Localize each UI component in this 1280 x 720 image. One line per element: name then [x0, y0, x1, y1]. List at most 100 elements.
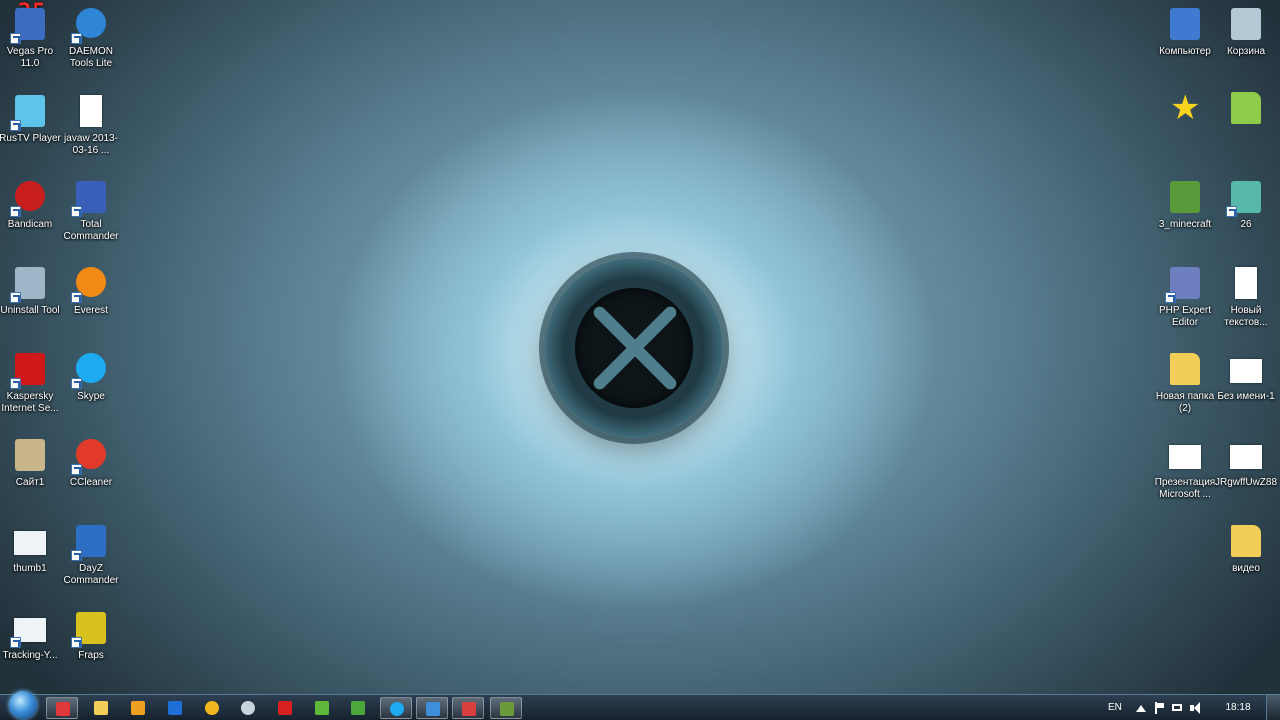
taskbar-item[interactable] [342, 697, 374, 719]
desktop-icon[interactable]: 3_minecraft [1152, 179, 1218, 231]
desktop-icon-label: 26 [1240, 219, 1252, 230]
desktop-icon[interactable]: JRgwffUwZ88 [1213, 437, 1279, 489]
desktop-icon[interactable]: RusTV Player [0, 93, 63, 145]
taskbar-item[interactable] [416, 697, 448, 719]
desktop-icon[interactable]: javaw 2013-03-16 ... [58, 93, 124, 157]
desktop-icon-label: Bandicam [7, 219, 53, 230]
desktop-icon-label: Fraps [78, 650, 104, 661]
start-button[interactable] [6, 691, 38, 720]
wallpaper-drain [545, 258, 723, 438]
taskbar-item[interactable] [196, 697, 228, 719]
taskbar-item[interactable] [269, 697, 301, 719]
folder-icon [1228, 523, 1264, 559]
desktop-icon-label: Новая папка (2) [1155, 391, 1215, 414]
action-center-flag-icon[interactable] [1154, 702, 1166, 714]
desktop-icon[interactable]: Bandicam [0, 179, 63, 231]
photoshop-icon [168, 701, 182, 715]
desktop-icon[interactable]: Uninstall Tool [0, 265, 63, 317]
desktop-icon[interactable]: Fraps [58, 610, 124, 662]
desktop-icon-label: Vegas Pro 11.0 [6, 46, 54, 69]
taskbar-item[interactable] [46, 697, 78, 719]
desktop-icon[interactable]: Без имени-1 [1213, 351, 1279, 403]
skype-taskbar-icon [390, 702, 404, 716]
network-icon[interactable] [1172, 702, 1184, 714]
desktop-icon[interactable]: Tracking-Y... [0, 610, 63, 662]
desktop-icon[interactable] [1213, 90, 1279, 130]
kaspersky-icon [10, 351, 48, 389]
shortcut-arrow-icon [71, 206, 82, 217]
skype-icon [71, 351, 109, 389]
desktop-icon[interactable]: Skype [58, 351, 124, 403]
shortcut-arrow-icon [1165, 292, 1176, 303]
show-desktop-button[interactable] [1266, 695, 1280, 720]
taskbar: EN 18:18 [0, 691, 1280, 720]
desktop-icon[interactable]: thumb1 [0, 523, 63, 575]
shortcut-arrow-icon [10, 33, 21, 44]
dayz-commander-icon [71, 523, 109, 561]
taskbar-item[interactable] [452, 697, 484, 719]
desktop-icon[interactable]: Корзина [1213, 6, 1279, 58]
everest-icon [71, 265, 109, 303]
clock[interactable]: 18:18 [1216, 702, 1260, 713]
desktop-icon[interactable]: Everest [58, 265, 124, 317]
volume-icon[interactable] [1190, 702, 1202, 714]
desktop-icon[interactable]: Vegas Pro 11.0 [0, 6, 63, 70]
taskbar-item[interactable] [306, 697, 338, 719]
desktop-icon-label: 3_minecraft [1158, 219, 1212, 230]
desktop-icon-label: javaw 2013-03-16 ... [64, 133, 118, 156]
image-file-icon [10, 610, 48, 648]
text-editor-icon [462, 702, 476, 716]
image-file-icon [12, 523, 48, 559]
desktop-icon-label: thumb1 [13, 563, 47, 574]
show-hidden-icons-icon[interactable] [1136, 705, 1146, 712]
desktop-icon[interactable]: PHP Expert Editor [1152, 265, 1218, 329]
daemon-tools-icon [71, 6, 109, 44]
shortcut-arrow-icon [10, 378, 21, 389]
taskbar-item[interactable] [159, 697, 191, 719]
desktop-icon[interactable]: Kaspersky Internet Se... [0, 351, 63, 415]
taskbar-item[interactable] [490, 697, 522, 719]
desktop-icon[interactable]: Презентация Microsoft ... [1152, 437, 1218, 501]
desktop-icon[interactable]: DAEMON Tools Lite [58, 6, 124, 70]
desktop-icon[interactable]: Новая папка (2) [1152, 351, 1218, 415]
utorrent-alt-icon [351, 701, 365, 715]
computer-icon [1167, 6, 1203, 42]
desktop-icon-label: CCleaner [69, 477, 113, 488]
monitor-icon [10, 93, 48, 131]
desktop-icon-label: Без имени-1 [1217, 391, 1275, 402]
explorer-folder-icon [94, 701, 108, 715]
desktop-icon[interactable]: ★ [1152, 90, 1218, 130]
windows-orb-icon [9, 691, 37, 719]
steam-icon [241, 701, 255, 715]
shortcut-arrow-icon [71, 292, 82, 303]
desktop-icon[interactable]: Сайт1 [0, 437, 63, 489]
minecraft-icon [1167, 179, 1203, 215]
desktop-icon-label: DAEMON Tools Lite [69, 46, 113, 69]
taskbar-item[interactable] [380, 697, 412, 719]
desktop-icon-label: DayZ Commander [63, 563, 119, 586]
bandicam-icon [10, 179, 48, 217]
desktop-icon-label: Компьютер [1159, 46, 1211, 57]
star-icon: ★ [1170, 89, 1201, 127]
shortcut-arrow-icon [10, 206, 21, 217]
desktop-icon[interactable]: Новый текстов... [1213, 265, 1279, 329]
desktop-icon[interactable]: CCleaner [58, 437, 124, 489]
recycle-bin-icon [1228, 6, 1264, 42]
language-indicator[interactable]: EN [1108, 702, 1122, 713]
desktop-icon[interactable]: 26 [1213, 179, 1279, 231]
desktop-icon-label: RusTV Player [0, 133, 61, 144]
shortcut-arrow-icon [71, 33, 82, 44]
desktop-icon-label: Kaspersky Internet Se... [1, 391, 59, 414]
shortcut-arrow-icon [71, 550, 82, 561]
desktop-icon[interactable]: Компьютер [1152, 6, 1218, 58]
taskbar-item[interactable] [232, 697, 264, 719]
yandex-browser-icon [56, 702, 70, 716]
desktop-icon[interactable]: Total Commander [58, 179, 124, 243]
text-file-icon [1228, 265, 1264, 301]
desktop-icon[interactable]: видео [1213, 523, 1279, 575]
taskbar-item[interactable] [122, 697, 154, 719]
desktop-icon-label: Сайт1 [15, 477, 45, 488]
desktop-icon[interactable]: DayZ Commander [58, 523, 124, 587]
network-folder-icon [1228, 90, 1264, 126]
taskbar-item[interactable] [85, 697, 117, 719]
